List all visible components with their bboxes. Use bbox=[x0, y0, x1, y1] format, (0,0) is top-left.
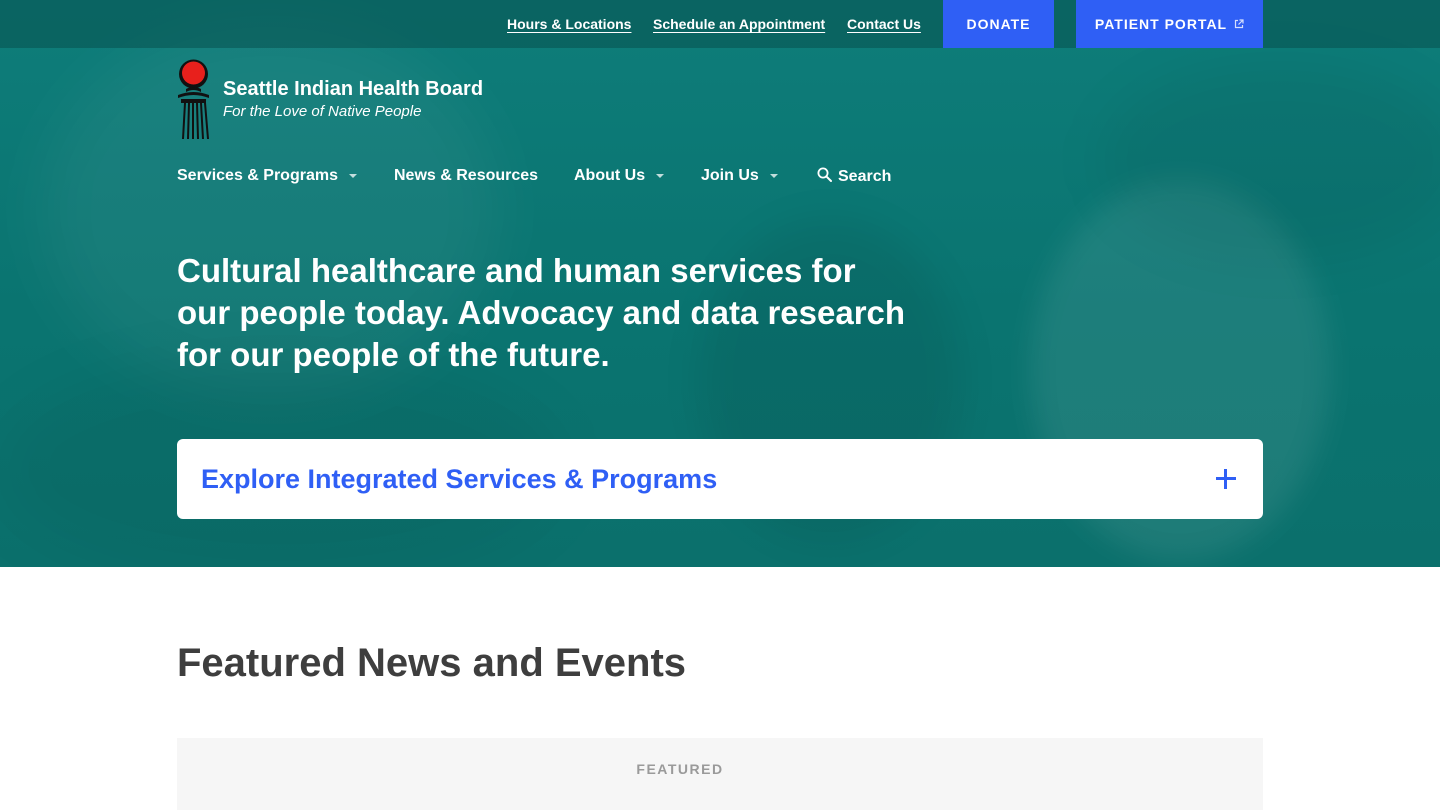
plus-icon bbox=[1216, 469, 1236, 489]
org-tagline: For the Love of Native People bbox=[223, 103, 422, 120]
contact-us-link[interactable]: Contact Us bbox=[847, 16, 921, 32]
donate-label: DONATE bbox=[966, 16, 1031, 32]
featured-section-title: Featured News and Events bbox=[177, 641, 687, 685]
nav-search[interactable]: Search bbox=[817, 167, 891, 187]
hero-headline: Cultural healthcare and human services f… bbox=[177, 252, 906, 373]
featured-news-card[interactable]: FEATURED bbox=[177, 738, 1263, 810]
org-name[interactable]: Seattle Indian Health Board bbox=[223, 78, 483, 101]
hero-photo-shade bbox=[1100, 60, 1440, 260]
chevron-down-icon bbox=[769, 174, 778, 178]
hero-section: Hours & Locations Schedule an Appointmen… bbox=[0, 0, 1440, 567]
nav-label: News & Resources bbox=[394, 167, 539, 184]
featured-badge: FEATURED bbox=[636, 761, 724, 777]
search-icon bbox=[817, 167, 832, 187]
nav-label: Join Us bbox=[701, 167, 759, 184]
explore-services-label: Explore Integrated Services & Programs bbox=[201, 463, 718, 494]
nav-services-programs[interactable]: Services & Programs bbox=[177, 167, 357, 185]
chevron-down-icon bbox=[656, 174, 665, 178]
patient-portal-button[interactable]: PATIENT PORTAL bbox=[1076, 0, 1263, 48]
patient-portal-label: PATIENT PORTAL bbox=[1094, 16, 1228, 32]
donate-button[interactable]: DONATE bbox=[943, 0, 1054, 48]
nav-label: About Us bbox=[574, 167, 646, 184]
shb-logo-icon[interactable] bbox=[177, 59, 211, 141]
chevron-down-icon bbox=[348, 174, 357, 178]
search-label: Search bbox=[838, 168, 892, 185]
hours-locations-link[interactable]: Hours & Locations bbox=[507, 16, 631, 32]
utility-bar: Hours & Locations Schedule an Appointmen… bbox=[0, 0, 1440, 48]
nav-news-resources[interactable]: News & Resources bbox=[394, 167, 538, 185]
nav-label: Services & Programs bbox=[177, 167, 338, 184]
external-link-icon bbox=[1234, 19, 1244, 29]
explore-services-accordion[interactable]: Explore Integrated Services & Programs bbox=[177, 439, 1263, 519]
nav-about-us[interactable]: About Us bbox=[574, 167, 665, 185]
schedule-appointment-link[interactable]: Schedule an Appointment bbox=[653, 16, 825, 32]
nav-join-us[interactable]: Join Us bbox=[701, 167, 778, 185]
